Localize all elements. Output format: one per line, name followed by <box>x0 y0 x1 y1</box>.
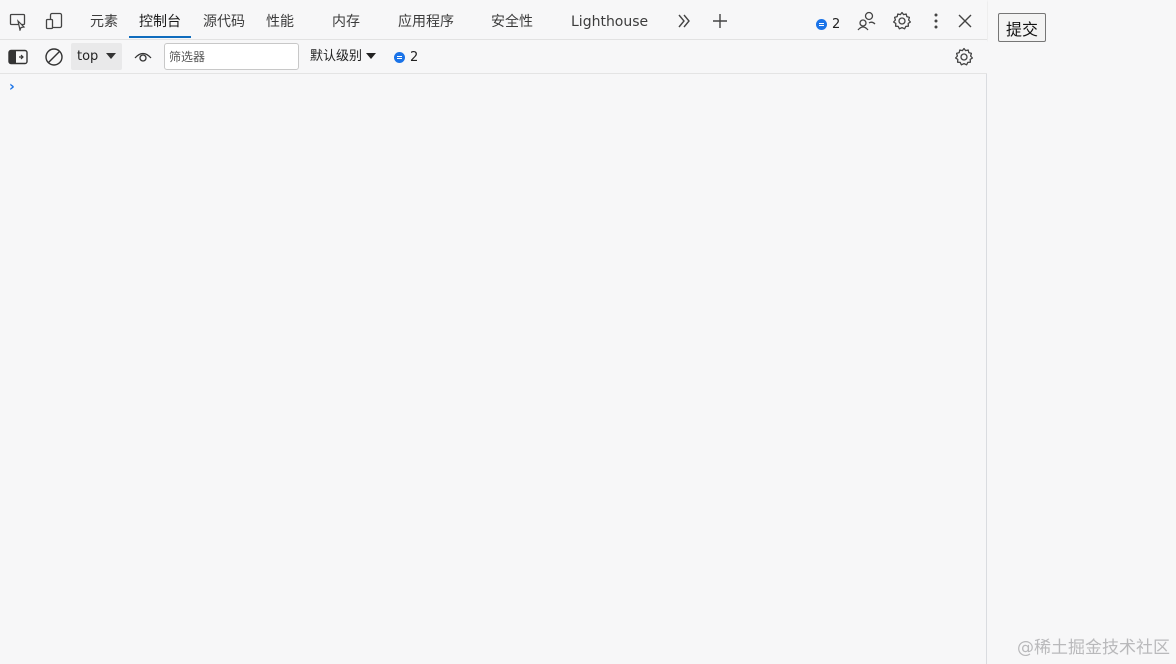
more-tabs-icon[interactable] <box>670 7 698 35</box>
tab-memory[interactable]: 内存 <box>332 0 360 38</box>
device-toolbar-icon[interactable] <box>40 7 68 35</box>
clear-console-icon[interactable] <box>41 44 67 70</box>
issues-count: 2 <box>832 16 841 32</box>
close-icon[interactable] <box>951 7 979 35</box>
page-content: 提交 @稀土掘金技术社区 <box>988 0 1176 664</box>
live-expression-icon[interactable] <box>130 44 156 70</box>
customize-icon[interactable] <box>852 7 880 35</box>
log-level-label: 默认级别 <box>310 49 363 64</box>
tab-lighthouse[interactable]: Lighthouse <box>571 0 648 38</box>
devtools-panel: 元素 控制台 源代码 性能 内存 应用程序 安全性 Lighthouse 2 t… <box>0 0 987 664</box>
console-toolbar: top 默认级别 2 <box>0 40 987 74</box>
tab-console[interactable]: 控制台 <box>129 0 191 38</box>
add-tab-icon[interactable] <box>706 7 734 35</box>
toolbar-issues-count: 2 <box>410 49 419 65</box>
chevron-down-icon <box>106 53 116 59</box>
context-value: top <box>77 49 99 64</box>
sidebar-toggle-icon[interactable] <box>5 44 31 70</box>
tab-sources[interactable]: 源代码 <box>203 0 245 38</box>
more-options-icon[interactable] <box>922 7 950 35</box>
watermark: @稀土掘金技术社区 <box>1017 638 1170 658</box>
tab-performance[interactable]: 性能 <box>266 0 294 38</box>
settings-icon[interactable] <box>888 7 916 35</box>
filter-input[interactable] <box>164 43 299 70</box>
tab-security[interactable]: 安全性 <box>491 0 533 38</box>
issues-icon <box>816 18 827 30</box>
submit-button[interactable]: 提交 <box>998 13 1047 42</box>
main-tabbar: 元素 控制台 源代码 性能 内存 应用程序 安全性 Lighthouse 2 <box>0 0 987 40</box>
issues-counter[interactable]: 2 <box>816 4 840 44</box>
console-settings-icon[interactable] <box>951 44 977 70</box>
tab-application[interactable]: 应用程序 <box>398 0 454 38</box>
issues-icon <box>394 51 405 63</box>
context-selector[interactable]: top <box>71 43 122 70</box>
log-level-dropdown[interactable]: 默认级别 <box>310 40 377 74</box>
tab-elements[interactable]: 元素 <box>90 0 118 38</box>
toolbar-issues-counter[interactable]: 2 <box>394 40 418 74</box>
chevron-down-icon <box>366 52 377 59</box>
console-prompt[interactable]: › <box>9 79 15 95</box>
inspect-element-icon[interactable] <box>4 7 32 35</box>
